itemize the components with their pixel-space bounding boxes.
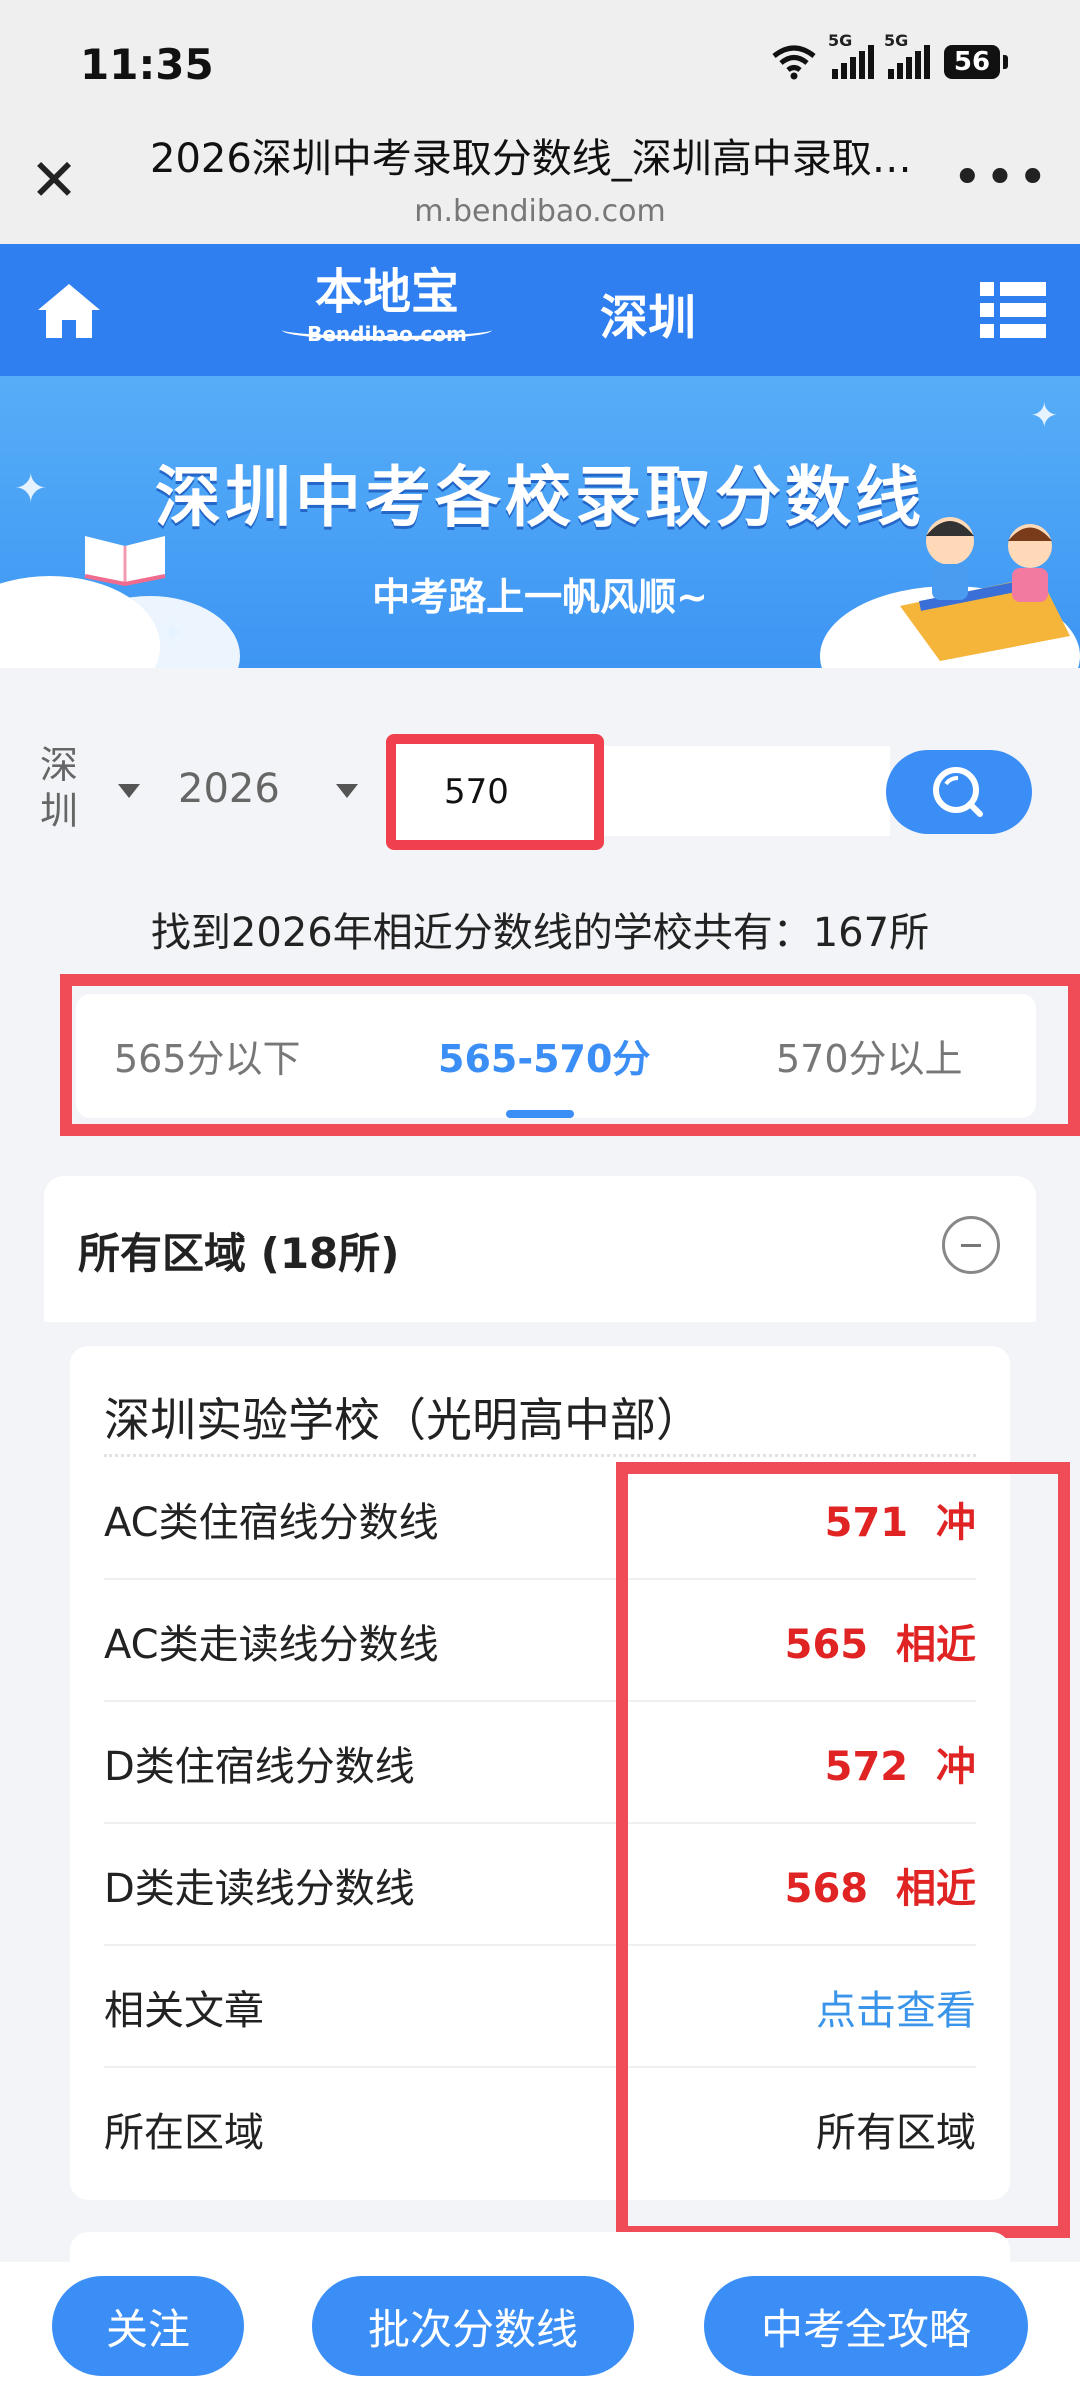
collapse-icon[interactable]	[942, 1216, 1000, 1274]
more-options-icon[interactable]: •••	[952, 148, 1050, 208]
status-bar: 11:35 5G 5G 56	[0, 0, 1080, 120]
city-select[interactable]: 深圳	[40, 742, 90, 834]
follow-button[interactable]: 关注	[52, 2276, 244, 2376]
banner: ✦ ✦ ✦ 深圳中考各校录取分数线 中考路上一帆风顺~	[0, 376, 1080, 668]
page-title: 2026深圳中考录取分数线_深圳高中录取分数线	[150, 136, 930, 182]
browser-title-bar: ✕ 2026深圳中考录取分数线_深圳高中录取分数线 m.bendibao.com…	[0, 120, 1080, 244]
home-icon[interactable]	[34, 280, 104, 342]
wifi-icon	[772, 45, 816, 80]
region-title: 所有区域 (18所)	[78, 1229, 400, 1278]
site-header: 本地宝 Bendibao.com 深圳	[0, 244, 1080, 376]
page-url: m.bendibao.com	[414, 194, 666, 229]
region-section: 所有区域 (18所)	[44, 1176, 1036, 1322]
year-dropdown-arrow-icon[interactable]	[336, 784, 358, 798]
bottom-bar: 关注 批次分数线 中考全攻略	[0, 2262, 1080, 2392]
signal-icon-1: 5G	[828, 31, 874, 79]
tab-565-570[interactable]: 565-570分	[438, 1028, 650, 1083]
tab-below-565[interactable]: 565分以下	[114, 1028, 301, 1083]
signal-icon-2: 5G	[884, 31, 930, 79]
banner-subtitle: 中考路上一帆风顺~	[372, 575, 708, 619]
menu-icon[interactable]	[980, 282, 1046, 338]
tab-above-570[interactable]: 570分以上	[776, 1028, 963, 1083]
score-range-tabs: 565分以下 565-570分 570分以上	[76, 994, 1036, 1118]
battery-icon: 56	[944, 45, 1008, 79]
search-icon	[933, 767, 983, 817]
score-input[interactable]: 570	[386, 734, 604, 850]
exam-guide-button[interactable]: 中考全攻略	[704, 2276, 1028, 2376]
school-name[interactable]: 深圳实验学校（光明高中部）	[104, 1384, 702, 1450]
city-label: 深圳	[600, 290, 697, 346]
site-logo[interactable]: 本地宝 Bendibao.com	[272, 264, 502, 364]
search-button[interactable]	[886, 750, 1032, 834]
year-select[interactable]: 2026	[178, 766, 280, 812]
city-dropdown-arrow-icon[interactable]	[118, 784, 140, 798]
status-time: 11:35	[80, 40, 214, 89]
result-count: 找到2026年相近分数线的学校共有：167所	[150, 910, 930, 956]
status-icons: 5G 5G 56	[770, 31, 1008, 80]
active-tab-indicator	[506, 1110, 574, 1118]
banner-title: 深圳中考各校录取分数线	[155, 459, 925, 536]
batch-score-button[interactable]: 批次分数线	[312, 2276, 634, 2376]
close-icon[interactable]: ✕	[24, 150, 84, 210]
values-highlight-box	[616, 1462, 1070, 2238]
